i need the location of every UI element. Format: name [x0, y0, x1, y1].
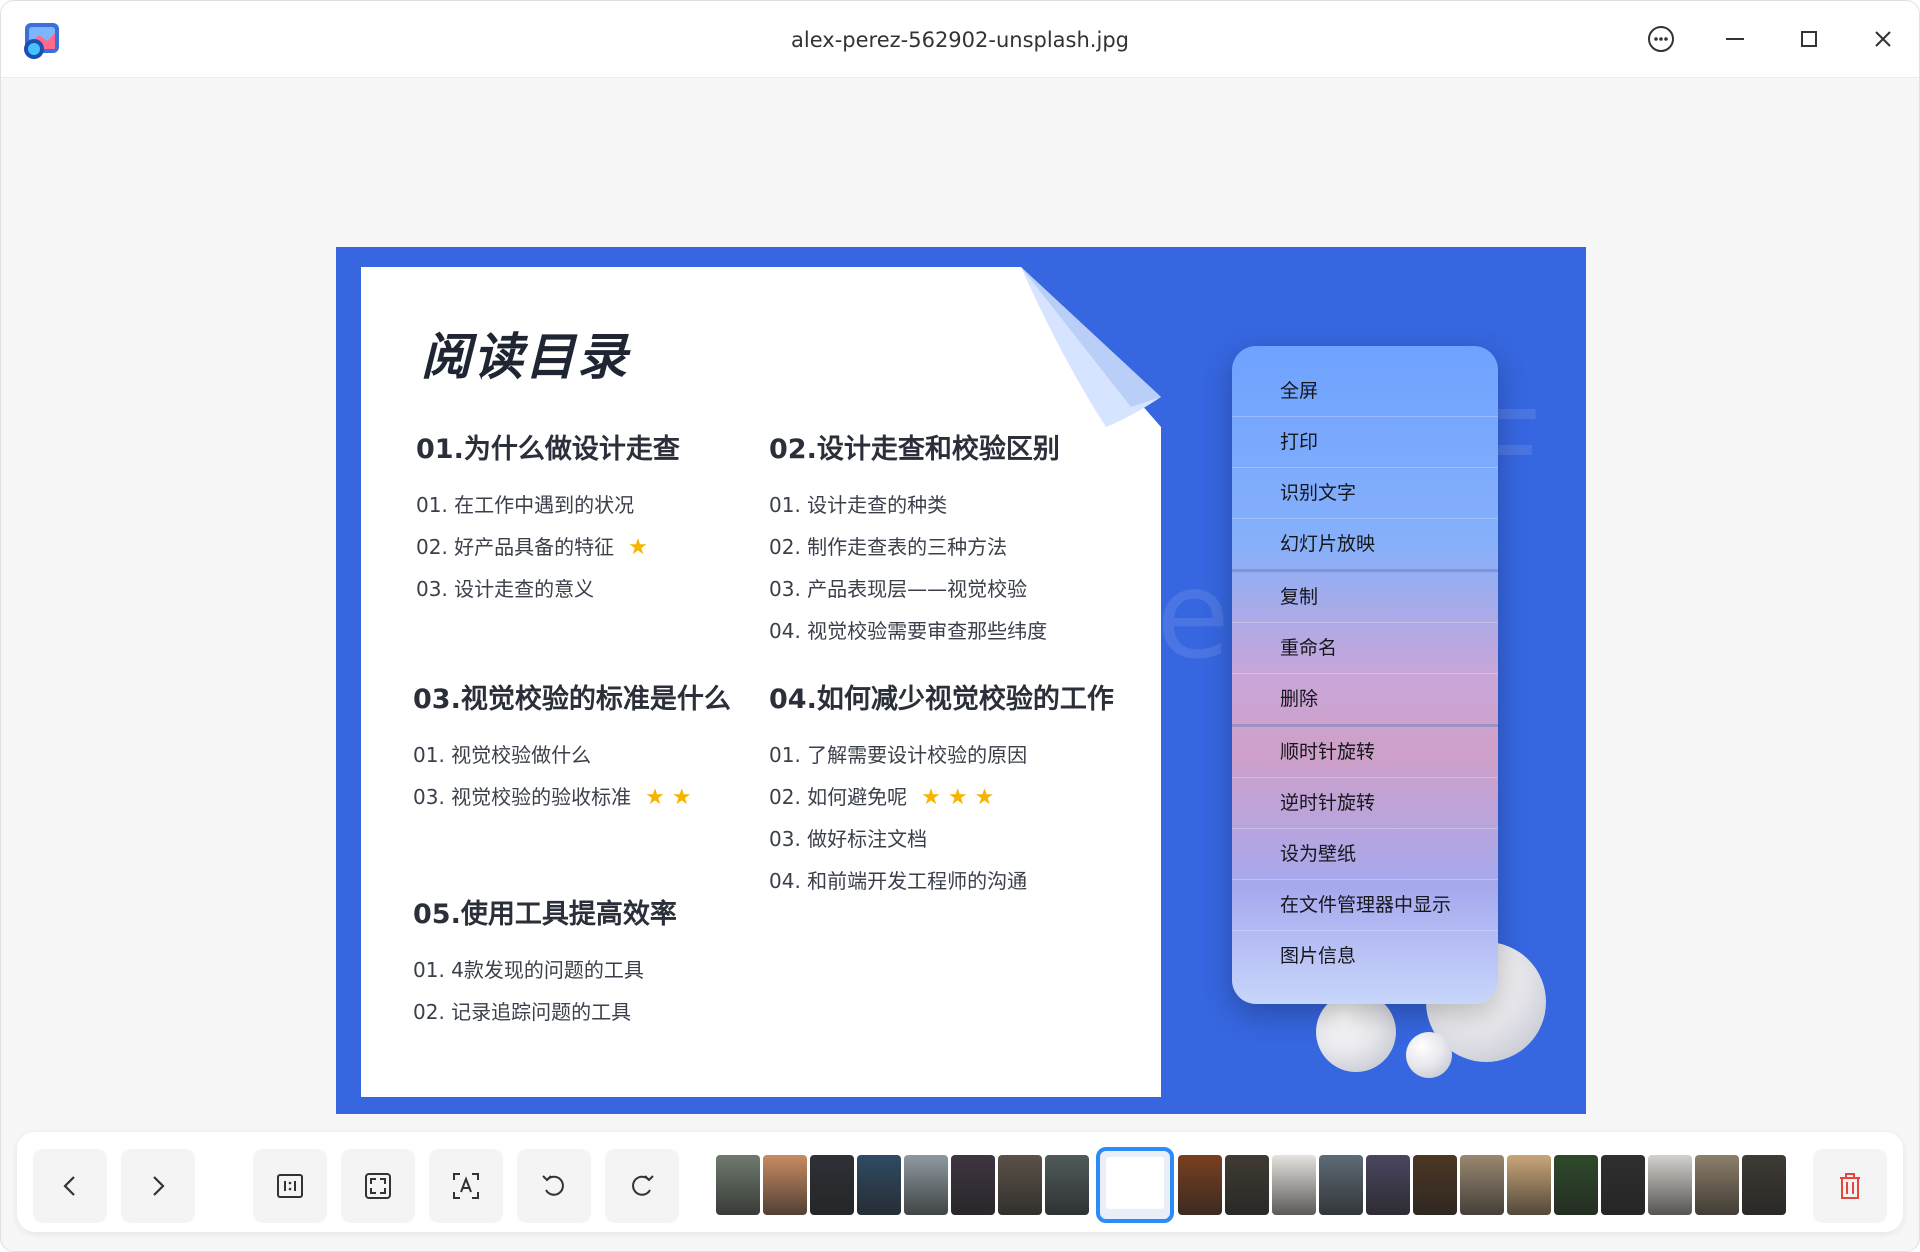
list-item: 01. 设计走查的种类 — [769, 493, 948, 517]
previous-button[interactable] — [33, 1149, 107, 1223]
next-button[interactable] — [121, 1149, 195, 1223]
thumbnail[interactable] — [1742, 1155, 1786, 1215]
bottom-toolbar — [17, 1132, 1903, 1232]
menu-item-copy[interactable]: 复制 — [1232, 572, 1498, 623]
menu-item-rename[interactable]: 重命名 — [1232, 623, 1498, 674]
more-options-icon — [1648, 26, 1674, 52]
section-heading: 02.设计走查和校验区别 — [769, 434, 1060, 465]
section-heading: 01.为什么做设计走查 — [416, 434, 680, 465]
section-4: 04.如何减少视觉校验的工作 01. 了解需要设计校验的原因 02. 如何避免呢… — [769, 677, 1114, 902]
close-button[interactable] — [1863, 19, 1903, 59]
title-bar: alex-perez-562902-unsplash.jpg — [1, 1, 1919, 78]
page-curl-decoration — [1021, 267, 1161, 427]
list-item: 02. 记录追踪问题的工具 — [413, 1000, 632, 1024]
star-icon: ★ ★ — [645, 785, 692, 810]
menu-item-print[interactable]: 打印 — [1232, 417, 1498, 468]
thumbnail[interactable] — [1413, 1155, 1457, 1215]
thumbnail[interactable] — [1460, 1155, 1504, 1215]
close-icon — [1875, 31, 1891, 47]
menu-item-rotate-counterclockwise[interactable]: 逆时针旋转 — [1232, 778, 1498, 829]
list-item: 03. 产品表现层——视觉校验 — [769, 577, 1028, 601]
section-heading: 03.视觉校验的标准是什么 — [413, 684, 731, 715]
section-3: 03.视觉校验的标准是什么 01. 视觉校验做什么 03. 视觉校验的验收标准 ★… — [413, 677, 731, 818]
list-item: 02. 好产品具备的特征 ★ — [416, 535, 648, 560]
thumbnail[interactable] — [1554, 1155, 1598, 1215]
section-heading: 04.如何减少视觉校验的工作 — [769, 684, 1114, 715]
fit-window-button[interactable] — [341, 1149, 415, 1223]
section-5: 05.使用工具提高效率 01. 4款发现的问题的工具 02. 记录追踪问题的工具 — [413, 892, 677, 1033]
menu-item-delete[interactable]: 删除 — [1232, 674, 1498, 727]
list-item: 01. 了解需要设计校验的原因 — [769, 743, 1028, 767]
thumbnail[interactable] — [1648, 1155, 1692, 1215]
thumbnail[interactable] — [1366, 1155, 1410, 1215]
thumbnail[interactable] — [1178, 1155, 1222, 1215]
thumbnail[interactable] — [1319, 1155, 1363, 1215]
menu-item-rotate-clockwise[interactable]: 顺时针旋转 — [1232, 727, 1498, 778]
trash-icon — [1840, 1173, 1860, 1199]
thumbnail[interactable] — [998, 1155, 1042, 1215]
list-item: 01. 在工作中遇到的状况 — [416, 493, 635, 517]
decorative-bubble — [1406, 1032, 1452, 1078]
list-item: 03. 设计走查的意义 — [416, 577, 595, 601]
minimize-icon — [1726, 38, 1744, 40]
delete-button[interactable] — [1813, 1149, 1887, 1223]
page-title: 阅读目录 — [421, 328, 629, 386]
list-item: 02. 制作走查表的三种方法 — [769, 535, 1008, 559]
menu-item-set-wallpaper[interactable]: 设为壁纸 — [1232, 829, 1498, 880]
list-item: 01. 视觉校验做什么 — [413, 743, 592, 767]
menu-item-image-info[interactable]: 图片信息 — [1232, 931, 1498, 981]
thumbnail[interactable] — [810, 1155, 854, 1215]
list-item: 02. 如何避免呢 ★ ★ ★ — [769, 785, 995, 810]
rotate-counterclockwise-button[interactable] — [517, 1149, 591, 1223]
maximize-button[interactable] — [1789, 19, 1829, 59]
image-canvas[interactable]: es h r F 阅读目录 01.为什么做设计走查 01. 在工作中遇到的状况 … — [1, 78, 1919, 1128]
thumbnail-current[interactable] — [1096, 1147, 1174, 1223]
rotate-clockwise-button[interactable] — [605, 1149, 679, 1223]
thumbnail[interactable] — [1225, 1155, 1269, 1215]
list-item: 03. 视觉校验的验收标准 ★ ★ — [413, 785, 692, 810]
thumbnail[interactable] — [1507, 1155, 1551, 1215]
decorative-bubble — [1316, 992, 1396, 1072]
original-size-icon — [277, 1174, 303, 1198]
thumbnail[interactable] — [716, 1155, 760, 1215]
list-item: 01. 4款发现的问题的工具 — [413, 958, 644, 982]
ocr-button[interactable] — [429, 1149, 503, 1223]
section-1: 01.为什么做设计走查 01. 在工作中遇到的状况 02. 好产品具备的特征 ★ … — [416, 427, 680, 610]
thumbnail[interactable] — [904, 1155, 948, 1215]
window-title: alex-perez-562902-unsplash.jpg — [791, 28, 1129, 52]
original-size-button[interactable] — [253, 1149, 327, 1223]
image-viewer-window: alex-perez-562902-unsplash.jpg es h r F — [0, 0, 1920, 1252]
reading-contents-card: 阅读目录 01.为什么做设计走查 01. 在工作中遇到的状况 02. 好产品具备… — [361, 267, 1161, 1097]
thumbnail[interactable] — [857, 1155, 901, 1215]
thumbnail[interactable] — [951, 1155, 995, 1215]
minimize-button[interactable] — [1715, 19, 1755, 59]
previous-icon — [63, 1176, 75, 1196]
list-item: 04. 视觉校验需要审查那些纬度 — [769, 619, 1048, 643]
section-2: 02.设计走查和校验区别 01. 设计走查的种类 02. 制作走查表的三种方法 … — [769, 427, 1060, 652]
list-item: 03. 做好标注文档 — [769, 827, 928, 851]
context-menu: 全屏 打印 识别文字 幻灯片放映 复制 重命名 删除 顺时针旋转 逆时针旋转 设… — [1232, 346, 1498, 1004]
fit-window-icon — [365, 1173, 391, 1199]
list-item: 04. 和前端开发工程师的沟通 — [769, 869, 1028, 893]
thumbnail[interactable] — [1695, 1155, 1739, 1215]
menu-item-fullscreen[interactable]: 全屏 — [1232, 366, 1498, 417]
rotate-clockwise-icon — [632, 1175, 654, 1196]
maximize-icon — [1801, 31, 1817, 47]
menu-item-extract-text[interactable]: 识别文字 — [1232, 468, 1498, 519]
thumbnail[interactable] — [763, 1155, 807, 1215]
thumbnail[interactable] — [1272, 1155, 1316, 1215]
menu-item-slideshow[interactable]: 幻灯片放映 — [1232, 519, 1498, 572]
star-icon: ★ — [628, 535, 648, 560]
rotate-counterclockwise-icon — [542, 1175, 564, 1196]
menu-item-show-in-file-manager[interactable]: 在文件管理器中显示 — [1232, 880, 1498, 931]
next-icon — [153, 1176, 165, 1196]
star-icon: ★ ★ ★ — [921, 785, 995, 810]
ocr-icon — [453, 1173, 479, 1199]
thumbnail[interactable] — [1601, 1155, 1645, 1215]
more-options-button[interactable] — [1641, 19, 1681, 59]
thumbnail[interactable] — [1045, 1155, 1089, 1215]
section-heading: 05.使用工具提高效率 — [413, 899, 677, 930]
